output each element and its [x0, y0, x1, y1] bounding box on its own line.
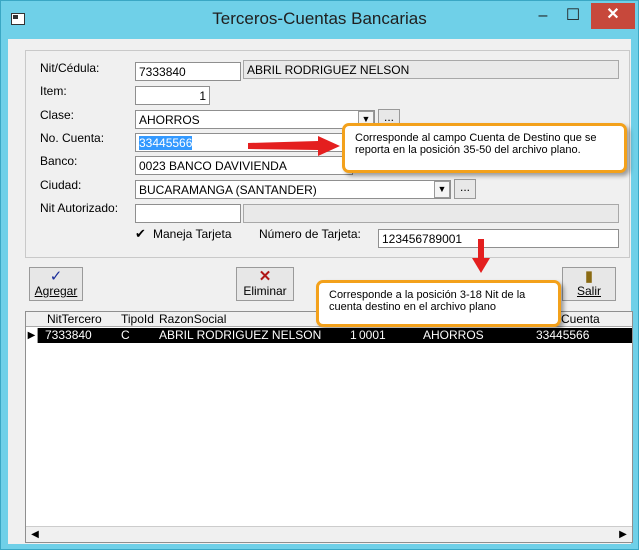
cell-item: 1: [350, 328, 357, 342]
maneja-tarjeta-checkbox[interactable]: ✔: [135, 227, 148, 241]
header-razon-social[interactable]: RazonSocial: [159, 312, 226, 326]
cell-cuenta: 33445566: [536, 328, 590, 342]
scroll-left-icon[interactable]: ◀: [28, 528, 42, 541]
cell-razon: ABRIL RODRIGUEZ NELSON: [159, 328, 322, 342]
scroll-right-icon[interactable]: ▶: [616, 528, 630, 541]
checkmark-icon: ✓: [49, 268, 63, 285]
nit-label: Nit/Cédula:: [40, 61, 100, 75]
agregar-button[interactable]: ✓ Agregar: [29, 267, 83, 301]
salir-button[interactable]: ▮ Salir: [562, 267, 616, 301]
exit-door-icon: ▮: [584, 268, 594, 285]
clase-label: Clase:: [40, 108, 75, 122]
cuenta-label: No. Cuenta:: [40, 131, 105, 145]
ciudad-select[interactable]: BUCARAMANGA (SANTANDER): [135, 180, 451, 199]
header-cuenta[interactable]: Cuenta: [561, 312, 600, 326]
cell-nit: 7333840: [45, 328, 92, 342]
callout-cuenta: Corresponde al campo Cuenta de Destino q…: [342, 123, 627, 173]
cell-tipo: C: [121, 328, 130, 342]
salir-label: Salir: [576, 284, 601, 298]
eliminar-button[interactable]: ✕ Eliminar: [236, 267, 294, 301]
clase-select[interactable]: AHORROS: [135, 110, 375, 129]
table-row[interactable]: 7333840 C ABRIL RODRIGUEZ NELSON 1 0001 …: [26, 328, 632, 343]
header-nit-tercero[interactable]: NitTercero: [47, 312, 102, 326]
clase-select-value: AHORROS: [139, 113, 200, 127]
cell-banco: 0001: [359, 328, 386, 342]
accounts-grid[interactable]: NitTercero TipoId RazonSocial Cuenta 733…: [25, 311, 633, 543]
nit-autorizado-label: Nit Autorizado:: [40, 201, 119, 215]
ciudad-lookup-button[interactable]: ...: [454, 179, 476, 199]
horizontal-scrollbar[interactable]: ◀ ▶: [26, 526, 632, 542]
ciudad-select-value: BUCARAMANGA (SANTANDER): [139, 183, 317, 197]
eliminar-label: Eliminar: [243, 284, 287, 298]
nit-autorizado-name-field: [243, 204, 619, 223]
item-input[interactable]: 1: [135, 86, 210, 105]
delete-x-icon: ✕: [258, 268, 272, 285]
banco-input[interactable]: 0023 BANCO DAVIVIENDA: [135, 156, 353, 175]
ciudad-chevron-down-icon[interactable]: ▼: [434, 181, 450, 198]
maneja-tarjeta-label: Maneja Tarjeta: [153, 227, 232, 241]
agregar-label: Agregar: [34, 284, 78, 298]
callout-arrow-down-icon: [472, 239, 490, 273]
callout-nit: Corresponde a la posición 3-18 Nit de la…: [316, 280, 561, 327]
maximize-button[interactable]: ☐: [561, 5, 585, 29]
item-label: Item:: [40, 84, 67, 98]
cell-clase: AHORROS: [423, 328, 484, 342]
row-indicator-icon: ▶: [26, 328, 38, 343]
app-window: Terceros-Cuentas Bancarias – ☐ ✕ Nit/Céd…: [0, 0, 639, 550]
banco-label: Banco:: [40, 154, 78, 168]
nit-input[interactable]: 7333840: [135, 62, 241, 81]
ciudad-label: Ciudad:: [40, 178, 82, 192]
minimize-button[interactable]: –: [531, 5, 555, 29]
title-bar: Terceros-Cuentas Bancarias – ☐ ✕: [1, 1, 638, 39]
numero-tarjeta-input[interactable]: 123456789001: [378, 229, 619, 248]
numero-tarjeta-label: Número de Tarjeta:: [259, 227, 361, 241]
cuenta-input-value: 33445566: [139, 136, 193, 150]
close-button[interactable]: ✕: [591, 3, 635, 29]
nit-autorizado-input[interactable]: [135, 204, 241, 223]
callout-arrow-right-icon: [248, 136, 340, 156]
header-tipo-id[interactable]: TipoId: [121, 312, 154, 326]
nombre-field: ABRIL RODRIGUEZ NELSON: [243, 60, 619, 79]
